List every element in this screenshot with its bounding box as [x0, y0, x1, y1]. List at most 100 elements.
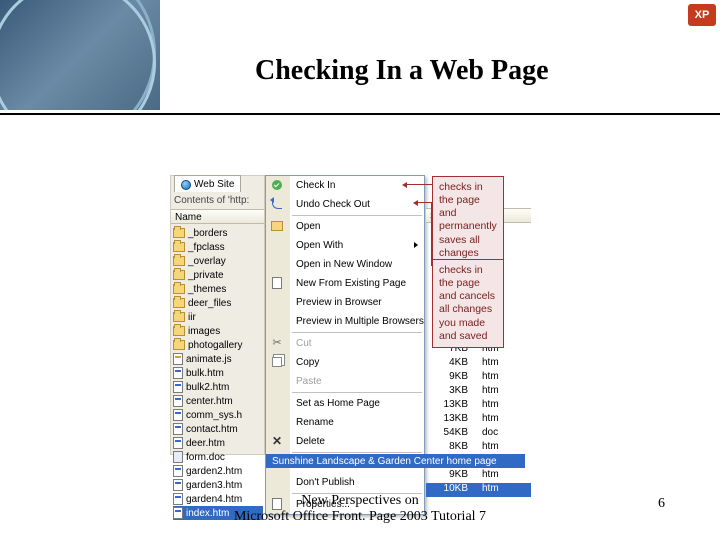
- folder-row[interactable]: _fpclass: [173, 240, 263, 254]
- menu-item-label: Delete: [296, 436, 325, 447]
- file-row[interactable]: form.doc: [173, 450, 263, 464]
- folder-row[interactable]: deer_files: [173, 296, 263, 310]
- file-size: 3KB: [426, 385, 478, 399]
- file-meta-row[interactable]: 9KBhtm: [426, 371, 531, 385]
- file-icon: [173, 409, 183, 421]
- menu-item-delete[interactable]: ✕ Delete: [266, 432, 424, 451]
- folder-name: images: [188, 326, 220, 337]
- menu-item-new-from-existing-page[interactable]: New From Existing Page: [266, 274, 424, 293]
- file-icon: [173, 395, 183, 407]
- menu-item-check-in[interactable]: Check In: [266, 176, 424, 195]
- folder-row[interactable]: _themes: [173, 282, 263, 296]
- menu-item-label: Open With: [296, 240, 343, 251]
- menu-item-set-as-home-page[interactable]: Set as Home Page: [266, 394, 424, 413]
- folder-row[interactable]: images: [173, 324, 263, 338]
- callout-arrow-1: [407, 184, 432, 185]
- file-icon: [173, 353, 183, 365]
- menu-item-label: Don't Publish: [296, 477, 355, 488]
- file-icon: [173, 381, 183, 393]
- file-row[interactable]: contact.htm: [173, 422, 263, 436]
- file-row[interactable]: bulk2.htm: [173, 380, 263, 394]
- title-underline: [0, 113, 720, 115]
- file-tree: _borders _fpclass_overlay_private_themesd…: [173, 226, 263, 520]
- menu-item-label: Preview in Browser: [296, 297, 382, 308]
- file-row[interactable]: bulk.htm: [173, 366, 263, 380]
- file-meta-row[interactable]: 54KBdoc: [426, 427, 531, 441]
- folder-icon: [173, 284, 185, 294]
- menu-item-open-with[interactable]: Open With: [266, 236, 424, 255]
- column-header-name[interactable]: Name: [171, 209, 264, 224]
- menu-item-label: Undo Check Out: [296, 199, 370, 210]
- selected-file-title-strip: Sunshine Landscape & Garden Center home …: [266, 454, 525, 468]
- menu-item-label: Paste: [296, 376, 322, 387]
- menu-item-don-t-publish[interactable]: Don't Publish: [266, 473, 424, 492]
- menu-item-undo-check-out[interactable]: Undo Check Out: [266, 195, 424, 214]
- menu-item-open-in-new-window[interactable]: Open in New Window: [266, 255, 424, 274]
- check-in-icon: [272, 180, 282, 190]
- menu-item-copy[interactable]: Copy: [266, 353, 424, 372]
- menu-item-open[interactable]: Open: [266, 217, 424, 236]
- file-row[interactable]: garden2.htm: [173, 464, 263, 478]
- folder-name: deer_files: [188, 298, 231, 309]
- file-size: 4KB: [426, 357, 478, 371]
- menu-item-preview-in-multiple-browsers[interactable]: Preview in Multiple Browsers: [266, 312, 424, 331]
- file-meta-row[interactable]: 3KBhtm: [426, 385, 531, 399]
- folder-row[interactable]: photogallery: [173, 338, 263, 352]
- file-row[interactable]: garden3.htm: [173, 478, 263, 492]
- menu-item-paste: Paste: [266, 372, 424, 391]
- folder-row[interactable]: _overlay: [173, 254, 263, 268]
- menu-item-label: Open: [296, 221, 320, 232]
- folder-name: _borders: [188, 228, 227, 239]
- folder-icon: [173, 326, 185, 336]
- slide-banner-image: [0, 0, 160, 110]
- file-name: form.doc: [186, 452, 225, 463]
- folder-icon: [173, 312, 185, 322]
- file-icon: [173, 423, 183, 435]
- callout-connector: [431, 202, 432, 266]
- file-size: 9KB: [426, 371, 478, 385]
- file-type: htm: [478, 385, 531, 399]
- folder-icon: [173, 256, 185, 266]
- menu-item-label: Check In: [296, 180, 335, 191]
- folder-row[interactable]: _private: [173, 268, 263, 282]
- menu-item-label: Preview in Multiple Browsers: [296, 316, 424, 327]
- menu-item-label: Copy: [296, 357, 319, 368]
- menu-item-cut: ✂Cut: [266, 334, 424, 353]
- tab-label: Web Site: [194, 179, 234, 190]
- file-row[interactable]: deer.htm: [173, 436, 263, 450]
- slide-page-number: 6: [658, 496, 665, 512]
- file-row[interactable]: center.htm: [173, 394, 263, 408]
- web-site-tab[interactable]: Web Site: [174, 175, 241, 192]
- file-name: garden3.htm: [186, 480, 242, 491]
- file-type: doc: [478, 427, 531, 441]
- file-row[interactable]: animate.js: [173, 352, 263, 366]
- menu-item-label: Open in New Window: [296, 259, 392, 270]
- menu-separator: [292, 452, 422, 453]
- file-meta-row[interactable]: 13KBhtm: [426, 413, 531, 427]
- file-type: htm: [478, 399, 531, 413]
- file-size: 13KB: [426, 413, 478, 427]
- folder-name: iir: [188, 312, 196, 323]
- file-name: animate.js: [186, 354, 232, 365]
- file-meta-row[interactable]: 9KBhtm: [426, 469, 531, 483]
- file-name: bulk.htm: [186, 368, 224, 379]
- file-size: 54KB: [426, 427, 478, 441]
- folder-row[interactable]: iir: [173, 310, 263, 324]
- file-icon: [173, 465, 183, 477]
- menu-item-rename[interactable]: Rename: [266, 413, 424, 432]
- menu-item-label: Rename: [296, 417, 334, 428]
- delete-icon: ✕: [272, 432, 282, 451]
- folder-name: _fpclass: [188, 242, 225, 253]
- file-icon: [173, 437, 183, 449]
- menu-item-preview-in-browser[interactable]: Preview in Browser: [266, 293, 424, 312]
- file-meta-row[interactable]: 13KBhtm: [426, 399, 531, 413]
- menu-separator: [292, 332, 422, 333]
- folder-row[interactable]: _borders: [173, 226, 263, 240]
- file-type: htm: [478, 441, 531, 455]
- menu-item-label: New From Existing Page: [296, 278, 406, 289]
- file-name: center.htm: [186, 396, 233, 407]
- callout-undo-check-out: checks in the page and cancels all chang…: [432, 259, 504, 348]
- file-meta-row[interactable]: 4KBhtm: [426, 357, 531, 371]
- file-row[interactable]: comm_sys.h: [173, 408, 263, 422]
- file-meta-row[interactable]: 8KBhtm: [426, 441, 531, 455]
